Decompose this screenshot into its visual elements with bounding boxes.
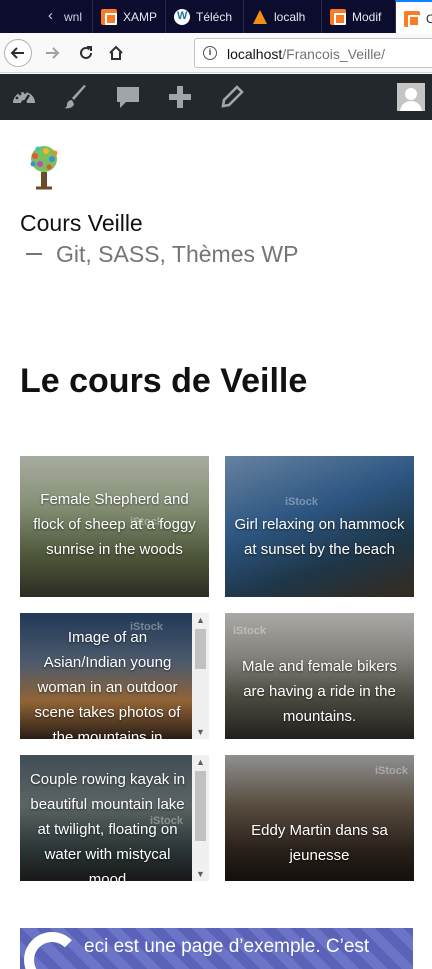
card-caption: Male and female bikers are having a ride… [241,658,398,725]
card-scrollbar[interactable]: ▲ ▼ [192,755,209,881]
site-info-icon[interactable]: i [203,46,217,60]
scroll-down-icon[interactable]: ▼ [192,725,209,739]
user-avatar[interactable] [397,83,425,111]
page-title: Le cours de Veille [20,362,308,400]
wp-admin-bar [0,74,432,120]
dashboard-icon[interactable] [10,83,38,111]
tab-xampp[interactable]: XAMP [92,0,165,33]
watermark: iStock [285,496,319,508]
home-button[interactable] [102,39,130,67]
home-icon [109,45,123,60]
comments-icon[interactable] [114,83,142,111]
tab-label: localh [274,10,306,24]
card-caption: Couple rowing kayak in beautiful mountai… [29,771,186,881]
site-title[interactable]: Cours Veille [20,210,143,237]
tab-phpmyadmin[interactable]: localh [243,0,321,33]
card-hammock[interactable]: iStock Girl relaxing on hammock at sunse… [225,456,414,597]
user-icon [397,83,425,111]
card-caption: Eddy Martin dans sa jeunesse [251,822,388,864]
url-text: localhost/Francois_Veille/ [227,46,385,62]
new-plus-icon[interactable] [166,83,194,111]
scroll-up-icon[interactable]: ▲ [192,613,209,627]
card-bikers[interactable]: iStock Male and female bikers are having… [225,613,414,739]
phpmyadmin-icon [252,9,268,25]
reload-icon [80,46,92,59]
card-woman-photos[interactable]: iStock Image of an Asian/Indian young wo… [20,613,209,739]
card-scrollbar[interactable]: ▲ ▼ [192,613,209,739]
scroll-thumb[interactable] [195,771,206,841]
xampp-icon [404,11,420,27]
scroll-up-icon[interactable]: ▲ [192,755,209,769]
forward-button[interactable] [38,39,66,67]
card-caption: Girl relaxing on hammock at sunset by th… [234,516,405,558]
scroll-down-icon[interactable]: ▼ [192,867,209,881]
description-dash [26,252,42,255]
sample-page-banner[interactable]: eci est une page d’exemple. C’est [20,928,413,969]
tab-scroll-left[interactable]: ‹ wnl [40,0,92,33]
card-eddy-martin[interactable]: iStock Eddy Martin dans sa jeunesse [225,755,414,881]
browser-nav-bar: i localhost/Francois_Veille/ [0,33,432,73]
edit-pencil-icon[interactable] [218,83,246,111]
card-shepherd[interactable]: iStock Female Shepherd and flock of shee… [20,456,209,597]
tab-active[interactable]: C [395,0,432,33]
card-caption: Image of an Asian/Indian young woman in … [34,629,181,739]
tab-modif[interactable]: Modif [321,0,395,33]
url-path: /Francois_Veille/ [282,46,385,62]
card-kayak[interactable]: iStock Couple rowing kayak in beautiful … [20,755,209,881]
xampp-icon [101,9,117,25]
watermark: iStock [375,765,409,777]
wordpress-icon [174,9,190,25]
scroll-thumb[interactable] [195,629,206,669]
tab-label: Téléch [196,10,233,24]
tab-label: wnl [64,10,83,24]
tab-label: C [426,12,432,26]
xampp-icon [330,9,346,25]
tab-wordpress[interactable]: Téléch [165,0,243,33]
tab-label: Modif [352,10,382,24]
browser-tab-strip: ‹ wnl XAMP Téléch localh Modif C [0,0,432,33]
tab-label: XAMP [123,10,158,24]
watermark: iStock [233,625,267,637]
site-logo-tree-icon[interactable] [24,144,64,190]
drop-cap-c [24,932,80,969]
site-description-text: Git, SASS, Thèmes WP [56,241,299,267]
banner-text: eci est une page d’exemple. C’est [84,936,370,957]
arrow-right-icon [46,47,60,59]
url-bar[interactable]: i localhost/Francois_Veille/ [194,38,432,68]
customize-brush-icon[interactable] [62,83,90,111]
url-host: localhost [227,46,283,62]
reload-button[interactable] [72,39,100,67]
card-caption: Female Shepherd and flock of sheep at a … [33,491,196,558]
chevron-left-icon: ‹ [48,7,53,24]
back-button[interactable] [4,39,32,67]
site-description: Git, SASS, Thèmes WP [26,241,298,268]
arrow-left-icon [10,47,24,59]
